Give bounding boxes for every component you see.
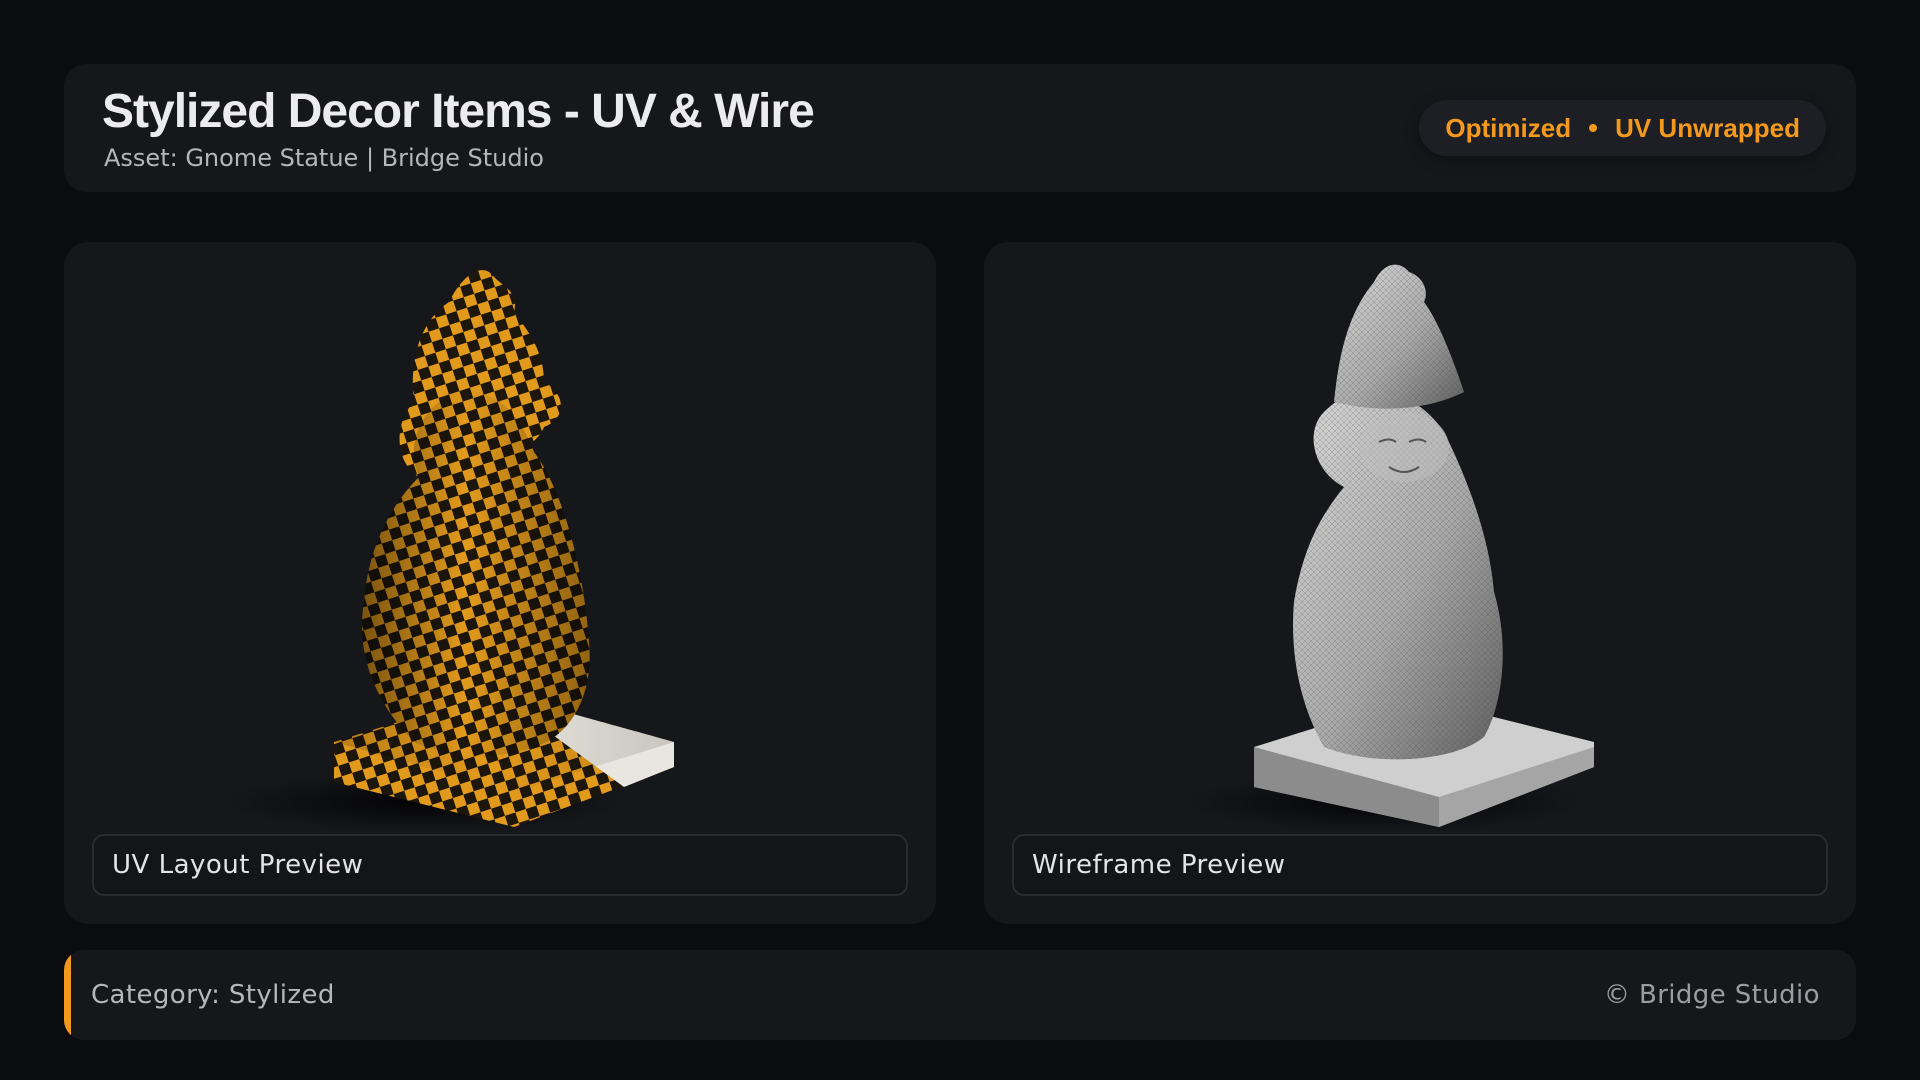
page-title: Stylized Decor Items - UV & Wire [102,85,815,138]
copyright-label: © Bridge Studio [1603,980,1820,1010]
status-badges: Optimized UV Unwrapped [1419,100,1826,156]
uv-preview-panel: UV Layout Preview [64,242,936,924]
footer-accent-bar [64,950,71,1040]
wireframe-preview-panel: Wireframe Preview [984,242,1856,924]
badge-uv-unwrapped: UV Unwrapped [1615,112,1800,143]
wireframe-preview-caption: Wireframe Preview [1012,834,1828,896]
uv-preview-caption: UV Layout Preview [92,834,908,896]
badge-optimized: Optimized [1445,112,1572,143]
asset-showcase: Stylized Decor Items - UV & Wire Asset: … [0,0,1920,1080]
uv-preview-image [64,242,936,832]
footer-bar: Category: Stylized © Bridge Studio [64,950,1856,1040]
asset-subtitle: Asset: Gnome Statue | Bridge Studio [104,144,544,172]
badge-separator-dot [1589,124,1598,132]
wireframe-preview-image [984,242,1856,832]
category-label: Category: Stylized [91,980,335,1010]
header-card: Stylized Decor Items - UV & Wire Asset: … [64,64,1856,192]
